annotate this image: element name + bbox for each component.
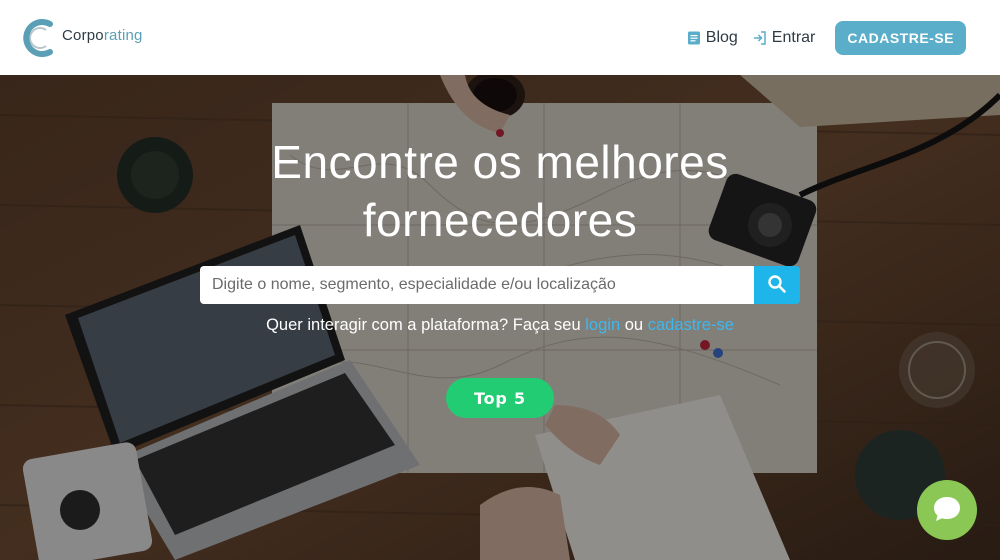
brand-name-suffix: rating [103,27,143,44]
search-button[interactable] [754,266,800,304]
nav-blog-link[interactable]: Blog [686,29,738,47]
cta-line: Quer interagir com a plataforma? Faça se… [0,316,1000,335]
brand-name-prefix: Corpo [62,27,104,44]
cta-login-link[interactable]: login [585,316,620,334]
hero-title-line1: Encontre os melhores [271,136,729,188]
hero-title-line2: fornecedores [362,194,638,246]
signup-button[interactable]: CADASTRE-SE [835,20,966,55]
search-input[interactable] [200,266,754,304]
document-icon [686,30,702,46]
nav-blog-label: Blog [705,28,738,46]
chat-bubble-icon [932,495,962,526]
main-nav: Blog Entrar CADASTRE-SE [686,20,966,55]
nav-login-link[interactable]: Entrar [752,28,816,47]
cta-text: Quer interagir com a plataforma? Faça se… [266,316,581,334]
top5-button[interactable]: Top 5 [446,378,554,418]
cta-signup-link[interactable]: cadastre-se [648,316,734,334]
site-header: Corporating Blog Entrar CADASTRE-SE [0,0,1000,75]
brand-logo[interactable]: Corporating [22,18,143,58]
search-bar [200,266,800,304]
search-icon [767,274,787,297]
cta-or-text: ou [624,316,644,334]
sign-in-icon [752,30,768,46]
logo-c-icon [22,18,56,58]
brand-name: Corporating [62,27,143,44]
hero-section: Encontre os melhores fornecedores Quer i… [0,75,1000,560]
chat-button[interactable] [917,480,977,540]
hero-title: Encontre os melhores fornecedores [0,133,1000,249]
nav-login-label: Entrar [771,28,816,46]
